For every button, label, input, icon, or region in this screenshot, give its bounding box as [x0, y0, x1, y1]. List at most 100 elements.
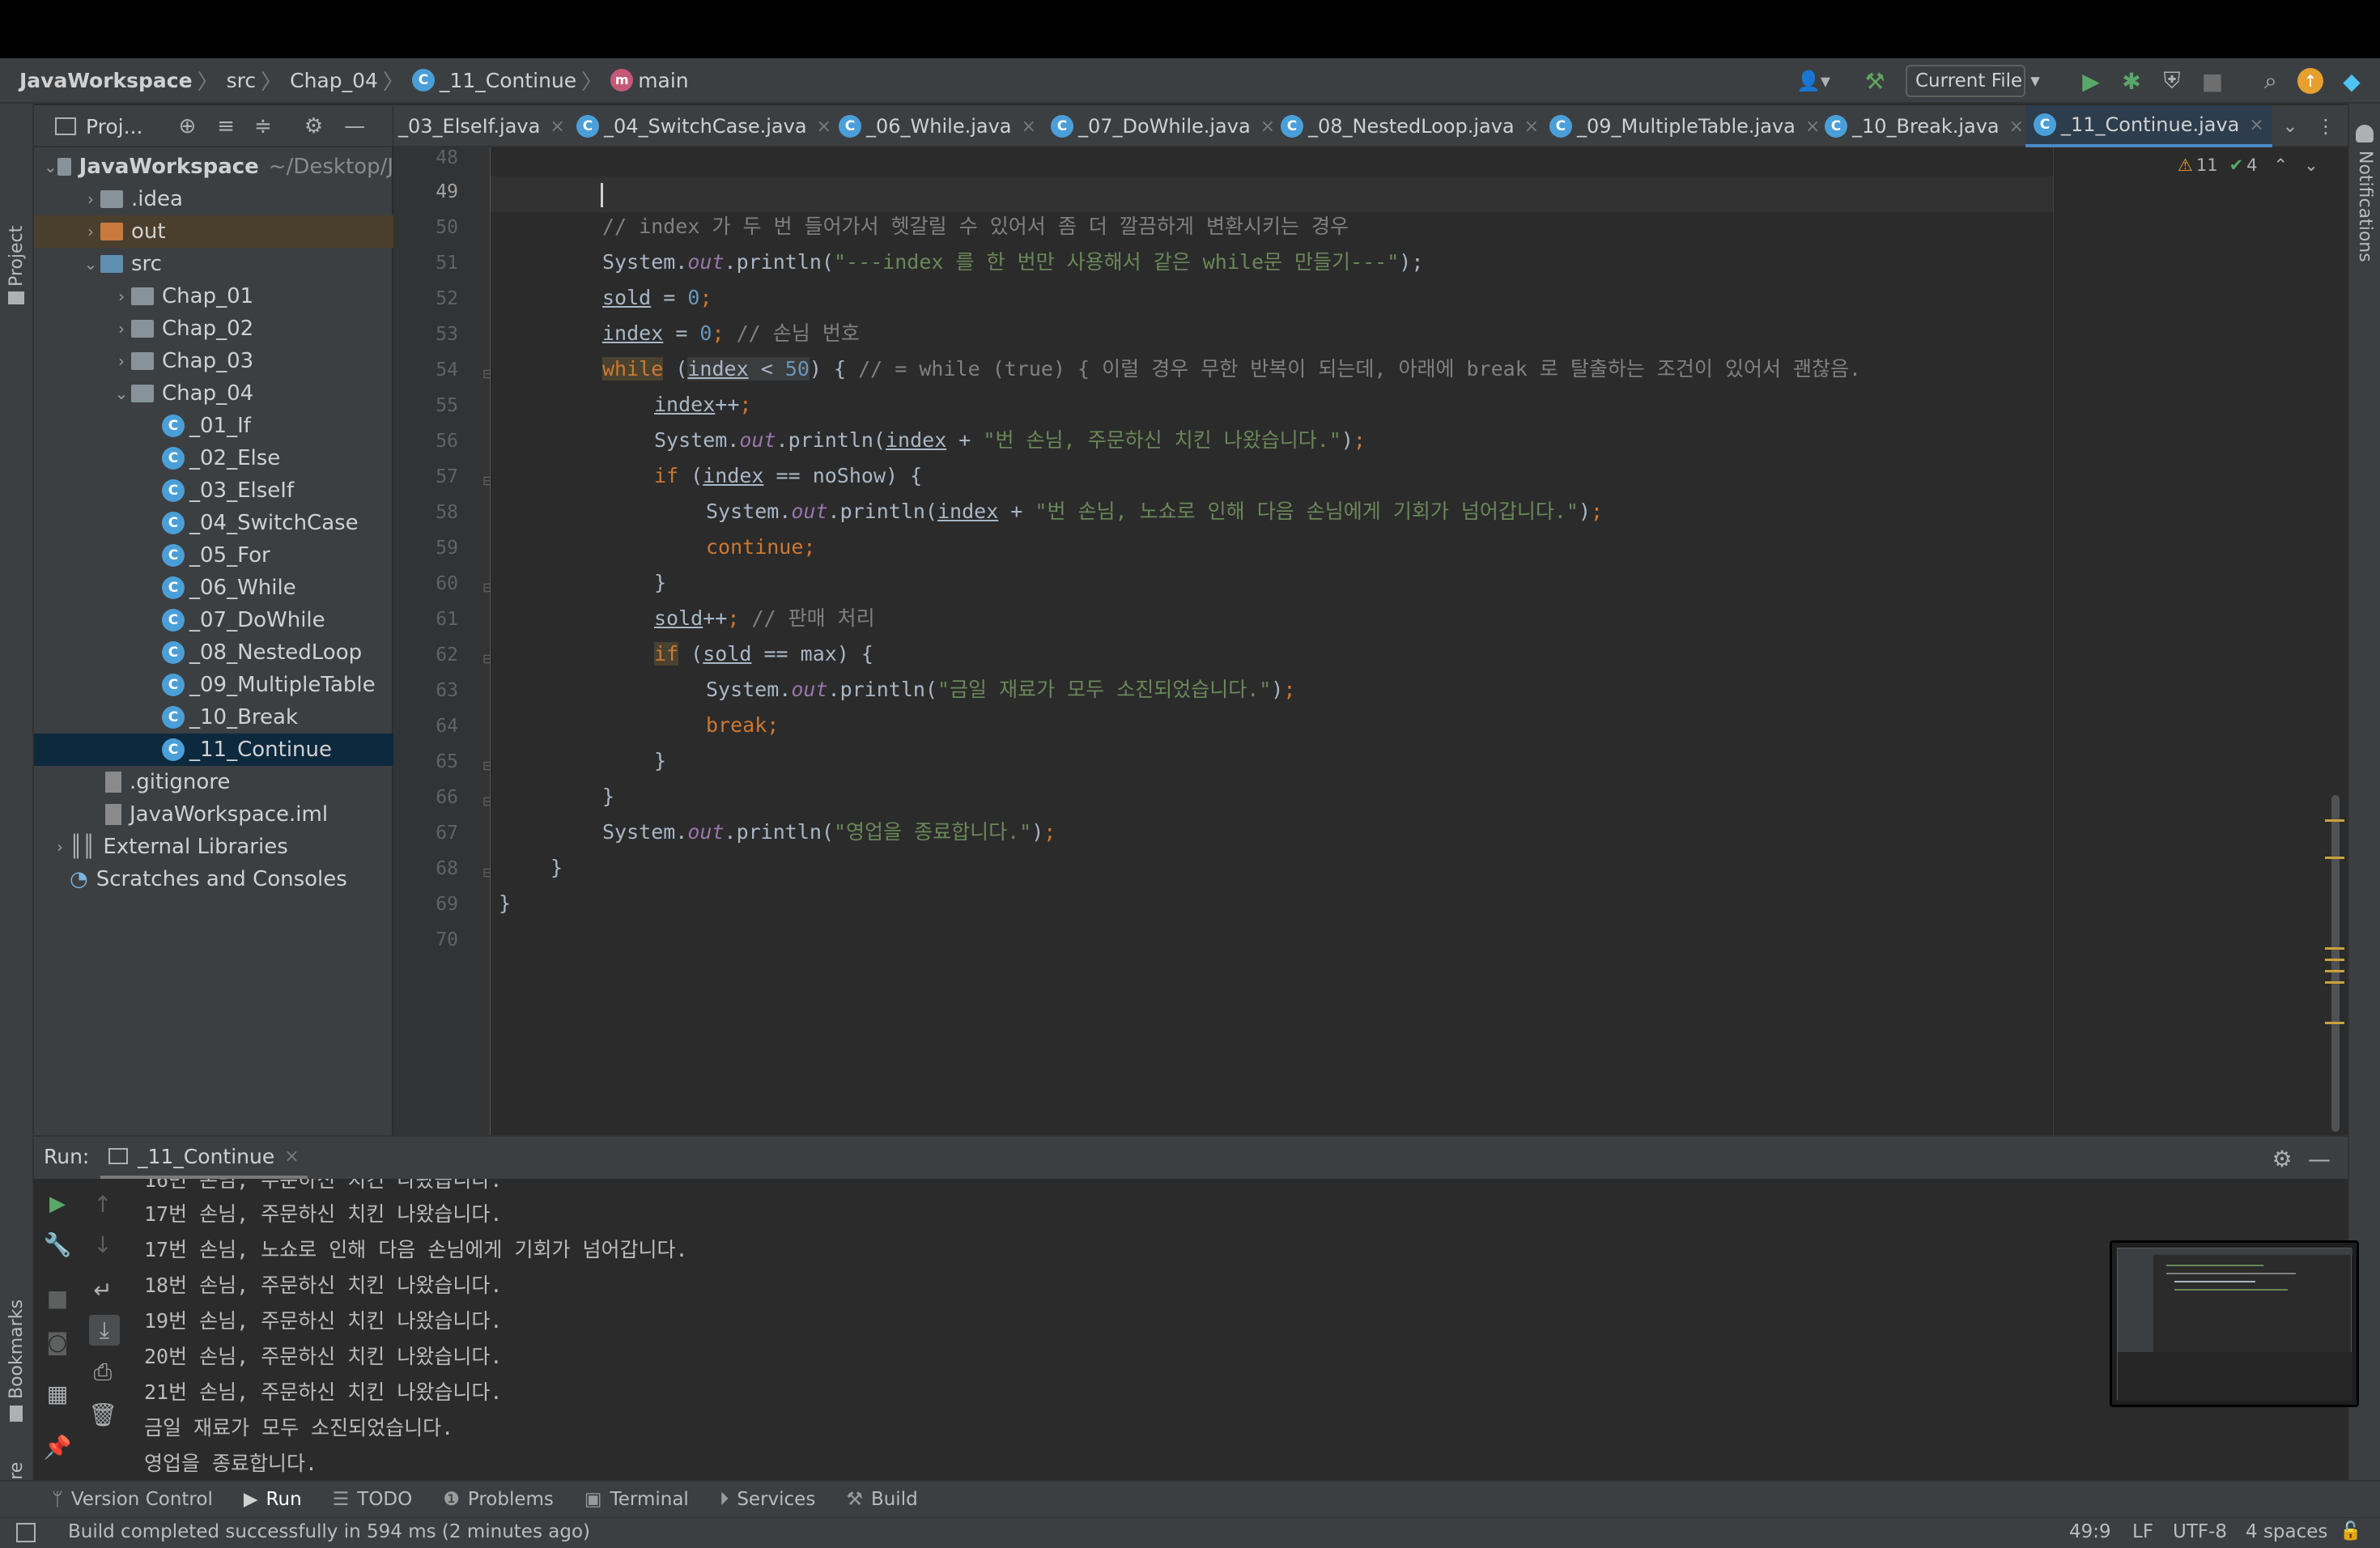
problems-button[interactable]: ❶ Problems [443, 1489, 554, 1510]
chevron-right-icon[interactable]: › [112, 351, 131, 371]
run-tab[interactable]: _11_Continue × [100, 1137, 308, 1179]
tree-item-class[interactable]: C _09_MultipleTable [34, 669, 393, 701]
search-icon[interactable]: ⌕ [2257, 66, 2284, 96]
file-encoding[interactable]: UTF-8 [2173, 1521, 2227, 1542]
hammer-icon[interactable]: ⚒ [1860, 66, 1889, 96]
chevron-right-icon[interactable]: › [50, 837, 70, 857]
tree-item-gitignore[interactable]: .gitignore [34, 766, 393, 798]
error-stripe-marker[interactable] [2325, 1022, 2344, 1024]
coverage-icon[interactable]: ⛨ [2158, 66, 2186, 96]
error-stripe-marker[interactable] [2325, 970, 2344, 972]
expand-all-icon[interactable]: ≡ [217, 114, 235, 138]
build-button[interactable]: ⚒ Build [846, 1489, 917, 1510]
tree-item-external-libraries[interactable]: › ║║ External Libraries [34, 831, 393, 863]
run-tool-button[interactable]: ▶ Run [244, 1489, 302, 1510]
editor-scrollbar[interactable] [2331, 795, 2340, 1132]
project-view-select[interactable]: Proj... [86, 115, 142, 138]
close-icon[interactable]: × [550, 117, 564, 137]
tree-item-class[interactable]: C _05_For [34, 539, 393, 572]
project-tool-button[interactable]: Project [6, 226, 27, 287]
version-control-button[interactable]: ᛘ Version Control [52, 1489, 213, 1510]
tree-item-class[interactable]: C _08_NestedLoop [34, 636, 393, 669]
chevron-right-icon[interactable]: › [81, 222, 100, 241]
tab-03-elseif[interactable]: _03_ElseIf.java × [398, 105, 565, 147]
tree-item-chap03[interactable]: › Chap_03 [34, 345, 393, 377]
rerun-icon[interactable]: ▶ [44, 1190, 71, 1218]
tree-item-class[interactable]: C _03_ElseIf [34, 474, 393, 507]
error-stripe-marker[interactable] [2325, 819, 2344, 822]
tab-09-multipletable[interactable]: C _09_MultipleTable.java × [1549, 105, 1820, 147]
camera-icon[interactable]: ◙ [44, 1328, 71, 1355]
status-message[interactable]: Build completed successfully in 594 ms (… [68, 1521, 590, 1542]
chevron-down-icon[interactable]: ⌄ [44, 157, 57, 176]
tree-item-src[interactable]: ⌄ src [34, 248, 393, 280]
tree-item-class[interactable]: C _01_If [34, 410, 393, 442]
stop-icon[interactable]: ■ [44, 1284, 71, 1312]
close-icon[interactable]: × [1260, 117, 1275, 137]
close-icon[interactable]: × [1524, 117, 1539, 137]
debug-icon[interactable]: ✱ [2118, 66, 2145, 96]
tree-item-iml[interactable]: JavaWorkspace.iml [34, 798, 393, 831]
update-icon[interactable]: ↑ [2297, 68, 2323, 94]
code-editor[interactable]: // index 가 두 번 들어가서 헷갈릴 수 있어서 좀 더 깔끔하게 변… [491, 147, 2348, 1135]
close-icon[interactable]: × [2009, 117, 2024, 137]
notifications-tool-button[interactable]: Notifications [2355, 151, 2375, 262]
error-stripe-marker[interactable] [2325, 857, 2344, 859]
chevron-right-icon[interactable]: › [112, 287, 131, 306]
run-icon[interactable]: ▶ [2077, 66, 2105, 96]
chevron-down-icon[interactable]: ⌄ [81, 254, 100, 274]
chevron-right-icon[interactable]: › [112, 319, 131, 338]
tab-07-dowhile[interactable]: C _07_DoWhile.java × [1051, 105, 1275, 147]
tree-item-class[interactable]: C _06_While [34, 572, 393, 604]
indent-setting[interactable]: 4 spaces [2246, 1521, 2327, 1542]
chevron-down-icon[interactable]: ⌄ [2276, 112, 2304, 141]
console-output[interactable]: 16번 손님, 주문하신 치킨 나왔습니다. 17번 손님, 주문하신 치킨 나… [112, 1179, 1933, 1480]
line-separator[interactable]: LF [2132, 1521, 2153, 1542]
tab-08-nestedloop[interactable]: C _08_NestedLoop.java × [1281, 105, 1539, 147]
breadcrumb-src[interactable]: src [227, 69, 257, 92]
breadcrumb-chap04[interactable]: Chap_04 [290, 69, 378, 92]
close-icon[interactable]: × [1805, 117, 1820, 137]
window-icon[interactable] [16, 1523, 36, 1542]
close-icon[interactable]: × [2249, 115, 2263, 135]
todo-button[interactable]: ☰ TODO [333, 1489, 413, 1510]
bookmarks-tool-button[interactable]: Bookmarks [6, 1299, 27, 1399]
collapse-all-icon[interactable]: ≑ [254, 114, 272, 138]
lock-icon[interactable]: 🔓 [2340, 1521, 2361, 1542]
more-icon[interactable]: ⋮ [2314, 112, 2338, 141]
inspection-widget[interactable]: ⚠ 11 ✔ 4 ⌃ ⌄ [2178, 155, 2318, 175]
breadcrumb-project[interactable]: JavaWorkspace [19, 69, 193, 92]
error-stripe-marker[interactable] [2325, 947, 2344, 950]
layout-icon[interactable]: ▦ [44, 1380, 71, 1407]
wrench-icon[interactable]: 🔧 [44, 1231, 72, 1258]
run-config-select[interactable]: Current File ▾ [1906, 65, 2040, 97]
tree-item-class[interactable]: C _04_SwitchCase [34, 507, 393, 539]
terminal-button[interactable]: ▣ Terminal [584, 1489, 689, 1510]
tab-06-while[interactable]: C _06_While.java × [839, 105, 1036, 147]
gear-icon[interactable]: ⚙ [304, 114, 323, 138]
gear-icon[interactable]: ⚙ [2268, 1145, 2296, 1172]
close-icon[interactable]: × [284, 1146, 299, 1167]
tree-item-class[interactable]: C _07_DoWhile [34, 604, 393, 636]
tree-item-scratches[interactable]: ◔ Scratches and Consoles [34, 863, 393, 895]
tab-11-continue[interactable]: C _11_Continue.java × [2025, 105, 2272, 147]
close-icon[interactable]: × [1022, 117, 1036, 137]
chevron-up-icon[interactable]: ⌃ [2274, 155, 2289, 175]
tree-root[interactable]: ⌄ JavaWorkspace ~/Desktop/J [34, 151, 393, 183]
minimize-icon[interactable]: — [2306, 1145, 2333, 1172]
tab-10-break[interactable]: C _10_Break.java × [1825, 105, 2024, 147]
close-icon[interactable]: × [817, 117, 831, 137]
error-stripe-marker[interactable] [2325, 959, 2344, 961]
tree-item-idea[interactable]: › .idea [34, 183, 393, 215]
caret-position[interactable]: 49:9 [2069, 1521, 2111, 1542]
pin-icon[interactable]: 📌 [44, 1433, 72, 1461]
tree-item-out[interactable]: › out [34, 215, 393, 248]
breadcrumb-method[interactable]: main [638, 69, 688, 92]
chevron-right-icon[interactable]: › [81, 189, 100, 209]
tree-item-chap01[interactable]: › Chap_01 [34, 280, 393, 313]
services-button[interactable]: ⏵ Services [720, 1489, 816, 1510]
tab-04-switchcase[interactable]: C _04_SwitchCase.java × [576, 105, 831, 147]
stop-icon[interactable]: ■ [2199, 66, 2226, 96]
breadcrumb-class[interactable]: _11_Continue [440, 69, 576, 92]
tree-item-class[interactable]: C _10_Break [34, 701, 393, 734]
